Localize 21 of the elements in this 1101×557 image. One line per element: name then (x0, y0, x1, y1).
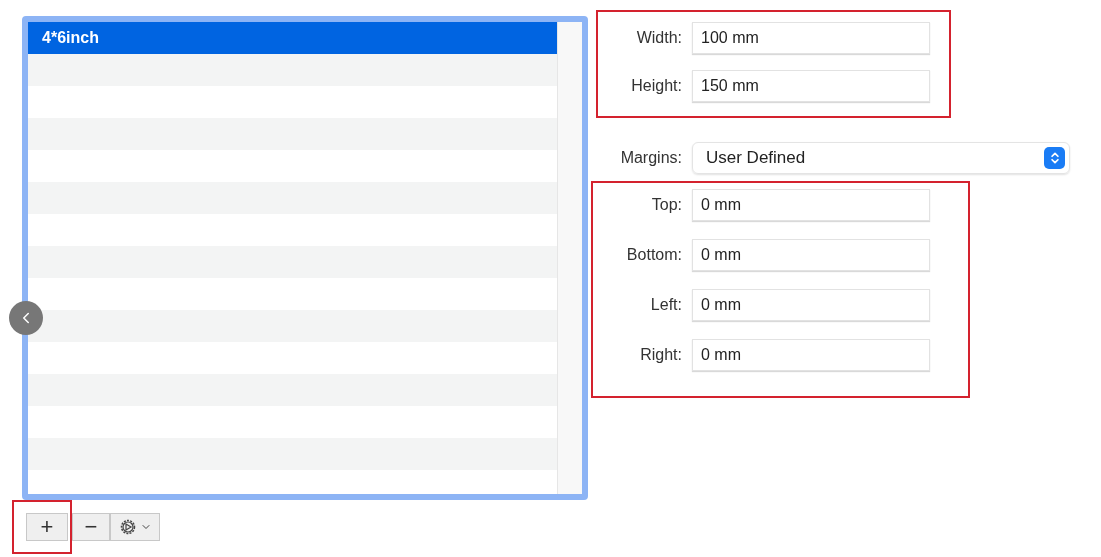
add-button[interactable]: + (26, 513, 68, 541)
stepper-icon (1044, 147, 1065, 169)
remove-button[interactable]: − (72, 513, 110, 541)
field-label: Width: (635, 29, 682, 47)
input-field[interactable]: 0 mm (692, 289, 930, 321)
list-item[interactable]: 4*6inch (28, 22, 557, 54)
gear-icon (118, 518, 137, 536)
field-label: Right: (639, 346, 682, 364)
input-field[interactable]: 0 mm (692, 239, 930, 271)
input-field[interactable]: 0 mm (692, 339, 930, 371)
field-label: Top: (650, 196, 682, 214)
margins-dropdown[interactable]: User Defined (692, 142, 1070, 174)
field-label: Left: (649, 296, 682, 314)
action-menu-button[interactable] (110, 513, 160, 541)
collapse-button[interactable] (9, 301, 43, 335)
input-field[interactable]: 100 mm (692, 22, 930, 54)
input-field[interactable]: 0 mm (692, 189, 930, 221)
field-label: Height: (630, 77, 682, 95)
input-field[interactable]: 150 mm (692, 70, 930, 102)
field-label: Bottom: (625, 246, 682, 264)
field-label: Margins: (619, 149, 682, 167)
